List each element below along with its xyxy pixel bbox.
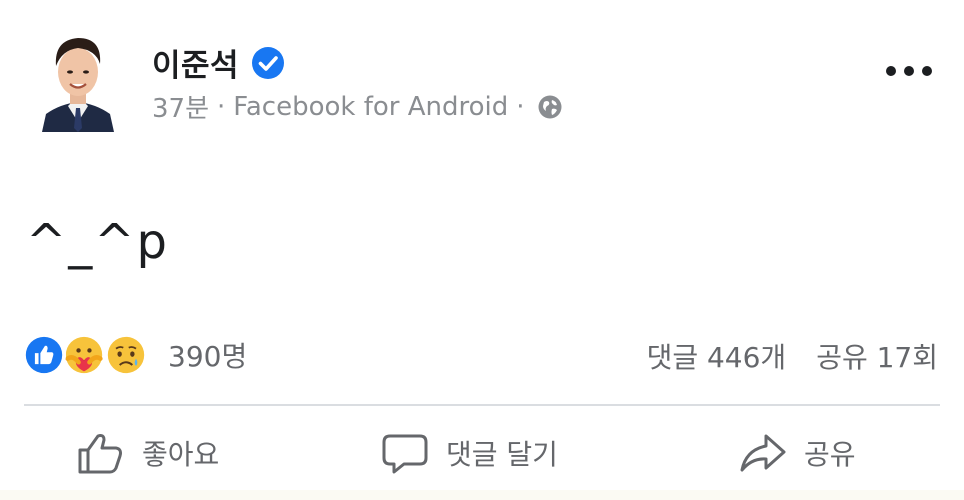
share-button[interactable]: 공유 (738, 428, 856, 478)
sad-reaction-icon (104, 333, 148, 377)
care-reaction-icon (62, 333, 106, 377)
comment-bubble-icon (382, 434, 428, 474)
more-horizontal-icon[interactable] (886, 64, 932, 78)
more-dot (886, 66, 896, 76)
post-stats: 댓글 446개 공유 17회 (647, 336, 938, 376)
meta-separator-2: · (516, 91, 525, 122)
more-dot (922, 66, 932, 76)
post-header: 이준석 37분 · Facebook for Android · (40, 22, 940, 132)
post-time[interactable]: 37분 (152, 88, 209, 125)
feed-gap (0, 490, 964, 500)
post-actions: 좋아요 댓글 달기 공유 (0, 410, 964, 496)
share-count[interactable]: 공유 17회 (816, 336, 938, 376)
comment-label: 댓글 달기 (446, 438, 558, 471)
like-reaction-icon (22, 333, 66, 377)
profile-photo (40, 22, 116, 132)
reaction-icons (22, 331, 154, 379)
post-source: Facebook for Android (233, 91, 509, 122)
thumbs-up-icon (78, 434, 122, 474)
post-text: ^_^p (26, 214, 169, 270)
reaction-count: 390명 (168, 340, 248, 373)
reactions-summary[interactable]: 390명 (22, 330, 247, 380)
author-name[interactable]: 이준석 (152, 40, 239, 85)
share-label: 공유 (804, 438, 856, 471)
divider (24, 404, 940, 406)
author-name-row: 이준석 (152, 40, 285, 85)
like-label: 좋아요 (142, 438, 220, 471)
comment-button[interactable]: 댓글 달기 (380, 428, 558, 478)
meta-separator: · (217, 91, 226, 122)
post-meta: 37분 · Facebook for Android · (152, 88, 563, 125)
verified-badge-icon (252, 46, 285, 79)
more-dot (904, 66, 914, 76)
globe-icon (538, 95, 562, 118)
share-arrow-icon (740, 434, 786, 472)
facebook-post: 이준석 37분 · Facebook for Android · ^_^p 39… (0, 0, 964, 500)
comment-count[interactable]: 댓글 446개 (647, 336, 787, 376)
like-button[interactable]: 좋아요 (76, 428, 219, 478)
author-avatar[interactable] (40, 22, 116, 132)
